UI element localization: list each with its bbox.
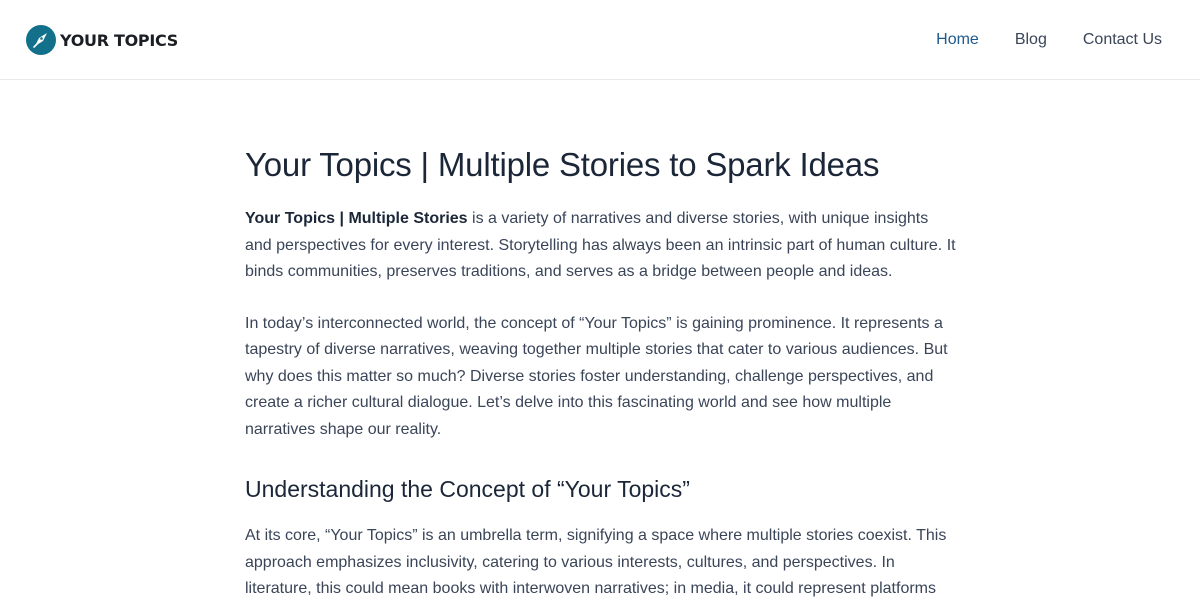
body-paragraph-3: At its core, “Your Topics” is an umbrell… — [245, 527, 947, 597]
pen-nib-icon — [26, 25, 56, 55]
section-heading: Understanding the Concept of “Your Topic… — [245, 476, 690, 502]
nav-contact-link[interactable]: Contact Us — [1083, 30, 1162, 50]
body-paragraph-2: In today’s interconnected world, the con… — [245, 314, 948, 438]
article-content: Your Topics | Multiple Stories to Spark … — [245, 140, 957, 603]
intro-bold-lead: Your Topics | Multiple Stories — [245, 210, 468, 227]
intro-paragraph: Your Topics | Multiple Stories is a vari… — [245, 206, 957, 286]
logo-text: YOUR TOPICS — [60, 30, 178, 50]
site-header: YOUR TOPICS Home Blog Contact Us — [0, 0, 1200, 80]
nav-home-link[interactable]: Home — [936, 30, 979, 50]
main-nav: Home Blog Contact Us — [900, 30, 1162, 50]
site-logo[interactable]: YOUR TOPICS — [26, 25, 178, 55]
page-title: Your Topics | Multiple Stories to Spark … — [245, 146, 880, 183]
nav-blog-link[interactable]: Blog — [1015, 30, 1047, 50]
